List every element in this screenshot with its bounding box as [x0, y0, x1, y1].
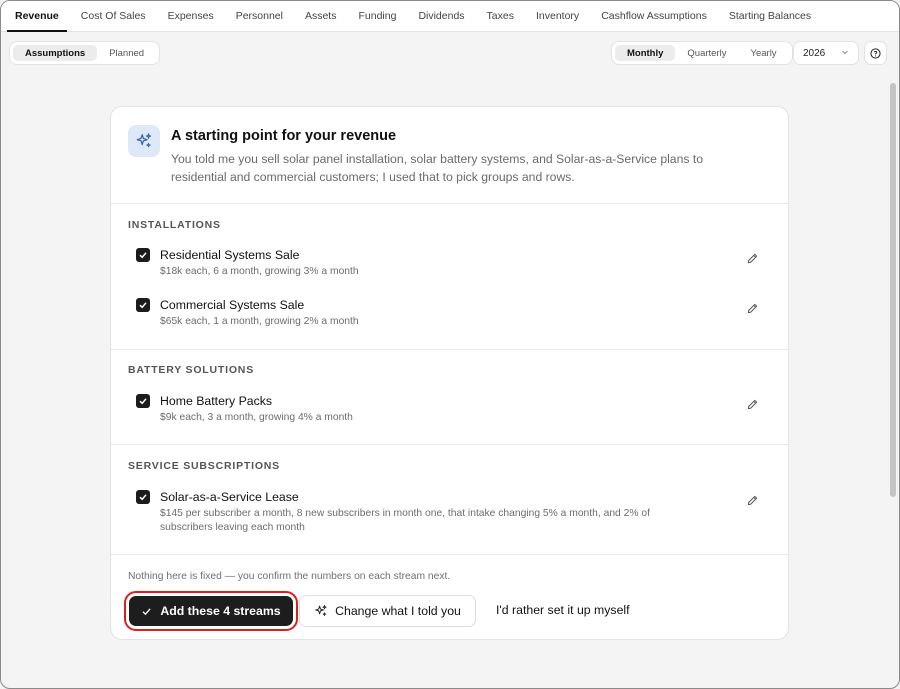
monthly-toggle-button[interactable]: Monthly [615, 45, 676, 61]
tab-revenue[interactable]: Revenue [4, 1, 70, 32]
chevron-down-icon [841, 48, 849, 58]
tab-cost-of-sales[interactable]: Cost Of Sales [70, 1, 157, 31]
revenue-stream-row: Solar-as-a-Service Lease $145 per subscr… [111, 490, 788, 546]
year-select[interactable]: 2026 [793, 41, 859, 65]
edit-stream-button[interactable] [744, 396, 760, 412]
tab-cashflow-assumptions[interactable]: Cashflow Assumptions [590, 1, 718, 31]
tab-funding[interactable]: Funding [347, 1, 407, 31]
stream-checkbox[interactable] [136, 490, 150, 504]
card-header: A starting point for your revenue You to… [111, 107, 788, 203]
edit-stream-button[interactable] [744, 492, 760, 508]
divider [111, 554, 788, 555]
stream-title: Solar-as-a-Service Lease [160, 490, 299, 504]
tab-assets[interactable]: Assets [294, 1, 348, 31]
quarterly-toggle-button[interactable]: Quarterly [675, 45, 738, 61]
tab-dividends[interactable]: Dividends [407, 1, 475, 31]
sparkle-icon [315, 604, 327, 616]
pencil-icon [747, 495, 757, 505]
sparkle-icon [128, 125, 160, 157]
stream-subtitle: $65k each, 1 a month, growing 2% a month [160, 316, 359, 327]
tab-taxes[interactable]: Taxes [476, 1, 525, 31]
revenue-suggestion-card: A starting point for your revenue You to… [110, 106, 789, 640]
scrollbar-thumb[interactable] [890, 83, 896, 497]
pencil-icon [747, 303, 757, 313]
edit-stream-button[interactable] [744, 300, 760, 316]
add-streams-label: Add these 4 streams [160, 604, 281, 618]
stream-title: Commercial Systems Sale [160, 298, 305, 312]
tab-expenses[interactable]: Expenses [157, 1, 225, 31]
revenue-stream-row: Commercial Systems Sale $65k each, 1 a m… [111, 298, 788, 338]
period-toggle: Monthly Quarterly Yearly [611, 41, 793, 65]
check-icon [142, 607, 151, 615]
manual-setup-link[interactable]: I'd rather set it up myself [496, 603, 630, 617]
tab-starting-balances[interactable]: Starting Balances [718, 1, 822, 31]
revenue-stream-row: Residential Systems Sale $18k each, 6 a … [111, 248, 788, 288]
divider [111, 203, 788, 204]
view-toggle: Assumptions Planned [9, 41, 161, 65]
pencil-icon [747, 253, 757, 263]
change-input-button[interactable]: Change what I told you [299, 595, 476, 627]
stream-title: Home Battery Packs [160, 394, 273, 408]
card-description: You told me you sell solar panel install… [171, 152, 703, 184]
add-streams-button[interactable]: Add these 4 streams [124, 591, 298, 631]
stream-checkbox[interactable] [136, 298, 150, 312]
section-tab-bar: Revenue Cost Of Sales Expenses Personnel… [1, 1, 899, 32]
tab-personnel[interactable]: Personnel [225, 1, 294, 31]
stream-subtitle: $9k each, 3 a month, growing 4% a month [160, 412, 353, 423]
change-input-label: Change what I told you [335, 604, 461, 618]
group-title-battery-solutions: BATTERY SOLUTIONS [128, 364, 254, 376]
tab-inventory[interactable]: Inventory [525, 1, 590, 31]
help-icon [870, 47, 881, 59]
footnote: Nothing here is fixed — you confirm the … [128, 571, 451, 582]
stream-subtitle: $18k each, 6 a month, growing 3% a month [160, 266, 359, 277]
card-title: A starting point for your revenue [171, 128, 397, 144]
assumptions-toggle-button[interactable]: Assumptions [13, 45, 98, 61]
yearly-toggle-button[interactable]: Yearly [739, 45, 789, 61]
stream-checkbox[interactable] [136, 394, 150, 408]
app-window: Revenue Cost Of Sales Expenses Personnel… [0, 0, 900, 689]
edit-stream-button[interactable] [744, 250, 760, 266]
check-icon [139, 302, 147, 309]
divider [111, 444, 788, 445]
pencil-icon [747, 399, 757, 409]
check-icon [139, 252, 147, 259]
year-select-value: 2026 [803, 47, 826, 59]
help-button[interactable] [864, 41, 887, 65]
divider [111, 349, 788, 350]
stream-checkbox[interactable] [136, 248, 150, 262]
planned-toggle-button[interactable]: Planned [97, 45, 156, 61]
revenue-stream-row: Home Battery Packs $9k each, 3 a month, … [111, 394, 788, 434]
check-icon [139, 398, 147, 405]
group-title-installations: INSTALLATIONS [128, 219, 221, 231]
stream-subtitle: $145 per subscriber a month, 8 new subsc… [160, 508, 650, 533]
group-title-service-subscriptions: SERVICE SUBSCRIPTIONS [128, 460, 280, 472]
check-icon [139, 494, 147, 501]
stream-title: Residential Systems Sale [160, 248, 300, 262]
